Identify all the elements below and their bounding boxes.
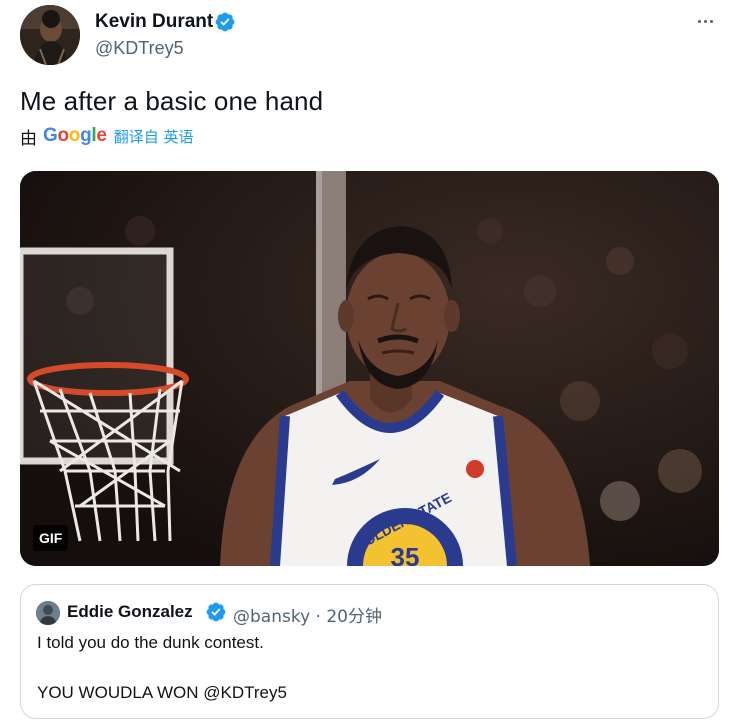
- tweet-text: Me after a basic one hand: [20, 86, 324, 116]
- quoted-handle-time[interactable]: @bansky · 20分钟: [233, 602, 382, 627]
- quoted-author-name[interactable]: Eddie Gonzalez: [67, 602, 193, 622]
- jersey-number: 35: [391, 542, 420, 566]
- google-logo: Google: [43, 125, 107, 146]
- quoted-verified-badge-icon: [206, 602, 226, 622]
- quoted-author-avatar[interactable]: [36, 601, 60, 625]
- quoted-tweet[interactable]: Eddie Gonzalez @bansky · 20分钟 I told you…: [20, 584, 719, 719]
- tweet: Kevin Durant @KDTrey5 Me after a basic o…: [0, 0, 730, 727]
- translation-attribution: 由 Google 翻译自 英语: [20, 124, 194, 149]
- quoted-avatar-image: [36, 601, 60, 625]
- avatar-image: [20, 5, 80, 65]
- gif-media[interactable]: GOLDEN STATE 35 GIF: [20, 171, 719, 566]
- translation-prefix: 由: [20, 128, 37, 149]
- gif-image: GOLDEN STATE 35: [20, 171, 719, 566]
- translate-link[interactable]: 翻译自 英语: [114, 126, 194, 147]
- more-options-icon[interactable]: [692, 10, 718, 32]
- verified-badge-icon: [215, 12, 235, 32]
- gif-badge: GIF: [33, 525, 69, 551]
- author-avatar[interactable]: [20, 5, 80, 65]
- quoted-text-line-1: I told you do the dunk contest.: [37, 633, 264, 652]
- quoted-text-line-2: YOU WOUDLA WON @KDTrey5: [37, 683, 287, 702]
- author-handle[interactable]: @KDTrey5: [95, 38, 184, 59]
- author-name[interactable]: Kevin Durant: [95, 11, 213, 33]
